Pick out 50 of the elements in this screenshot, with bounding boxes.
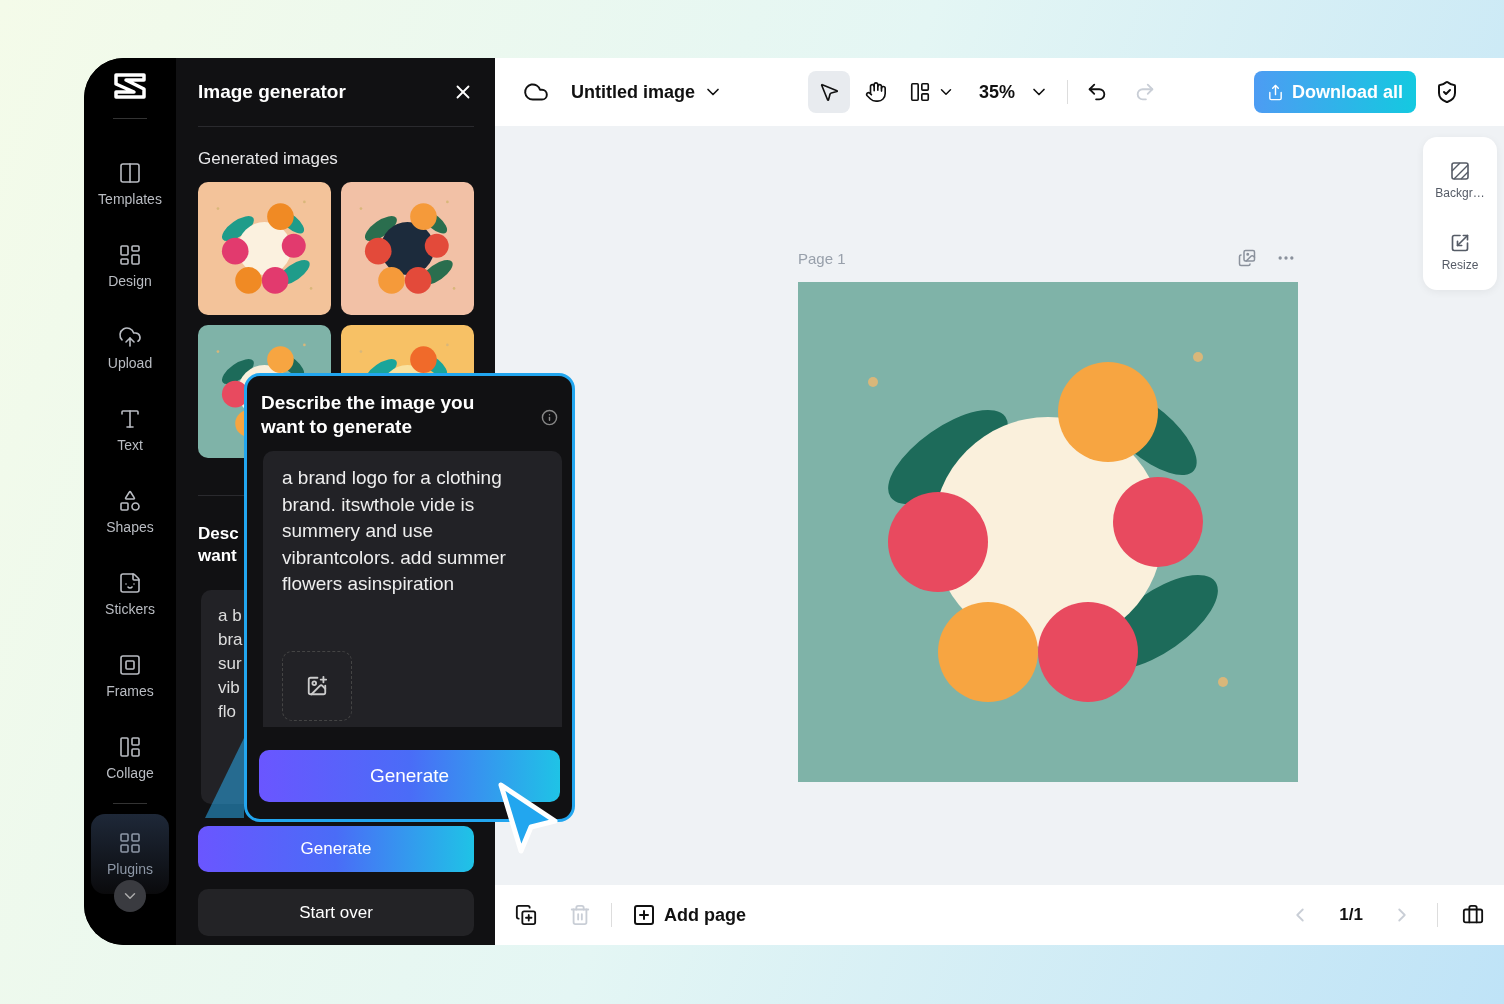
layout-icon[interactable] (909, 81, 931, 103)
generate-button[interactable]: Generate (198, 826, 474, 872)
section-title: Generated images (198, 149, 339, 169)
sidebar-item[interactable]: Templates (91, 143, 169, 225)
zoom-level[interactable]: 35% (979, 81, 1016, 103)
add-image-icon (306, 675, 328, 697)
grid-icon (118, 831, 142, 855)
design-icon (118, 243, 142, 267)
shapes-icon (118, 489, 142, 513)
duplicate-page-icon[interactable] (515, 904, 537, 926)
generate-button[interactable]: Generate (259, 750, 560, 802)
add-page-button[interactable]: Add page (632, 903, 746, 927)
templates-icon (118, 161, 142, 185)
sidebar-item[interactable]: Collage (91, 717, 169, 799)
hand-icon (865, 81, 887, 103)
sidebar-item[interactable]: Stickers (91, 553, 169, 635)
info-icon[interactable] (541, 409, 558, 426)
resize-button[interactable]: Resize (1425, 221, 1495, 283)
select-tool-button[interactable] (808, 71, 850, 113)
sidebar-item[interactable]: Frames (91, 635, 169, 717)
sticker-icon (118, 571, 142, 595)
sidebar-item[interactable]: Plugins (91, 814, 169, 894)
page-counter: 1/1 (1339, 905, 1363, 925)
background-button[interactable]: Backgr… (1425, 149, 1495, 211)
expand-button[interactable] (114, 880, 146, 912)
prompt-heading: want (198, 545, 237, 567)
collage-icon (118, 735, 142, 759)
page-label: Page 1 (798, 249, 847, 267)
panel-title: Image generator (198, 81, 346, 103)
resize-icon (1450, 232, 1470, 253)
text-icon (118, 407, 142, 431)
sidebar-item[interactable]: Text (91, 389, 169, 471)
bag-icon[interactable] (1462, 904, 1484, 926)
share-icon (1267, 83, 1285, 101)
images-icon[interactable] (1238, 249, 1256, 267)
sidebar-item[interactable]: Upload (91, 307, 169, 389)
frame-icon (118, 653, 142, 677)
sidebar-item[interactable]: Shapes (91, 471, 169, 553)
pointer-icon (818, 81, 840, 103)
popup-title: Describe the image you want to generate (261, 391, 476, 439)
sidebar-item[interactable]: Design (91, 225, 169, 307)
prompt-heading: Desc (198, 523, 239, 545)
add-square-icon (632, 903, 656, 927)
cloud-upload-icon (118, 325, 142, 349)
start-over-button[interactable]: Start over (198, 889, 474, 936)
document-title[interactable]: Untitled image (571, 81, 695, 103)
prompt-field[interactable]: a brand logo for a clothing brand. itswthole vide is summery and use vibrantcolors. add summer flowers asinspiration (263, 451, 562, 727)
background-icon (1450, 160, 1470, 181)
add-image-button[interactable] (282, 651, 352, 721)
logo-icon (113, 72, 147, 100)
